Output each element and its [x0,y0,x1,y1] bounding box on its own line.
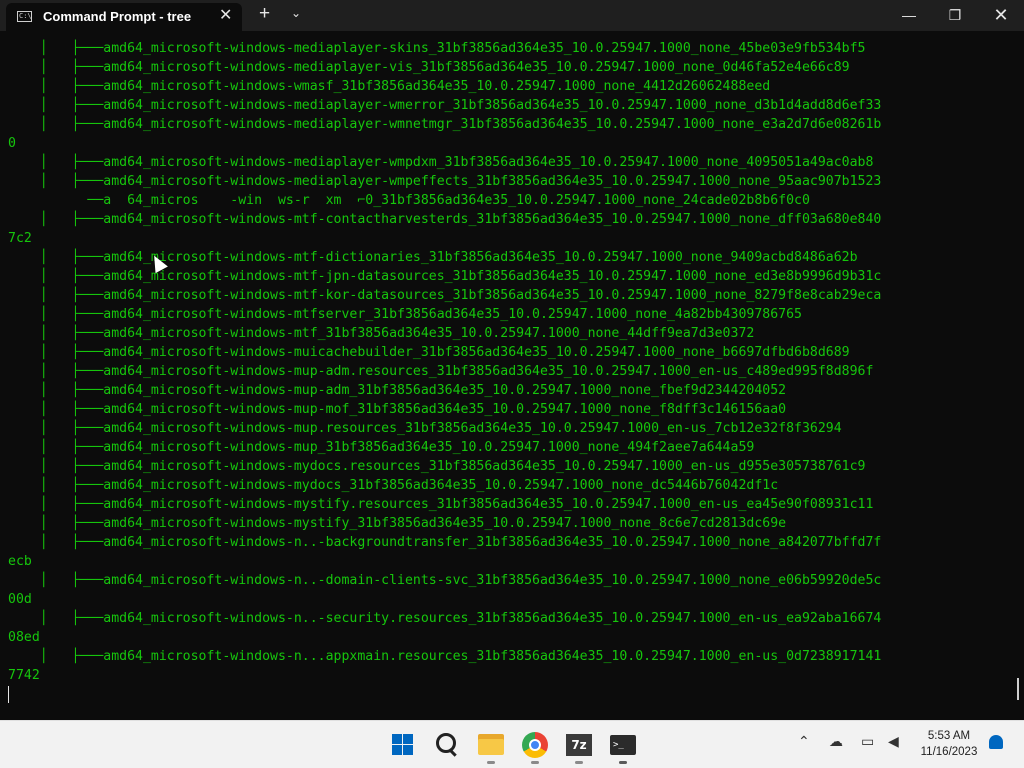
terminal-line: │ ├───amd64_microsoft-windows-n..-backgr… [8,535,882,550]
terminal-line: │ ├───amd64_microsoft-windows-mystify.re… [8,497,874,512]
terminal-line: │ ├───amd64_microsoft-windows-mediaplaye… [8,60,850,75]
onedrive-icon[interactable]: ☁ [829,733,843,750]
terminal-icon[interactable]: >_ [607,729,639,761]
terminal-line: │ ├───amd64_microsoft-windows-mtfserver_… [8,307,802,322]
terminal-line: │ ├───amd64_microsoft-windows-mup_31bf38… [8,440,755,455]
file-explorer-icon[interactable] [475,729,507,761]
terminal-line: 00d [8,592,32,607]
terminal-line: │ ├───amd64_microsoft-windows-n..-domain… [8,573,882,588]
chevron-down-icon[interactable]: ⌄ [291,6,301,20]
terminal-line: │ ├───amd64_microsoft-windows-mediaplaye… [8,98,882,113]
terminal-line: │ ├───amd64_microsoft-windows-mtf-dictio… [8,250,858,265]
terminal-line: ecb [8,554,32,569]
cmd-icon: C:\ [17,11,32,22]
terminal-line: │ ├───amd64_microsoft-windows-mediaplaye… [8,117,882,132]
clock-time: 5:53 AM [927,730,971,742]
terminal-line: │ ├───amd64_microsoft-windows-n...appxma… [8,649,882,664]
terminal-output[interactable]: │ ├───amd64_microsoft-windows-mediaplaye… [0,36,1016,718]
text-caret [8,686,9,703]
terminal-line: │ ├───amd64_microsoft-windows-muicachebu… [8,345,850,360]
title-bar: C:\ Command Prompt - tree ✕ + ⌄ — ❐ ✕ [0,0,1024,31]
terminal-line: │ ├───amd64_microsoft-windows-mtf-kor-da… [8,288,882,303]
search-icon[interactable] [432,729,464,761]
notification-bell-icon[interactable] [989,735,1003,749]
terminal-line: │ ├───amd64_microsoft-windows-mediaplaye… [8,155,874,170]
7zip-icon[interactable]: 7z [563,729,595,761]
terminal-line: ──a 64_micros -win ws-r xm ⌐0_31bf3856ad… [8,193,810,208]
terminal-line: │ ├───amd64_microsoft-windows-mystify_31… [8,516,787,531]
terminal-line: │ ├───amd64_microsoft-windows-mydocs_31b… [8,478,779,493]
windows-start-icon[interactable] [387,729,419,761]
terminal-line: 08ed [8,630,40,645]
terminal-line: │ ├───amd64_microsoft-windows-mup.resour… [8,421,842,436]
close-window-button[interactable]: ✕ [978,0,1024,31]
minimize-button[interactable]: — [886,0,932,31]
terminal-line: 7742 [8,668,40,683]
terminal-line: │ ├───amd64_microsoft-windows-wmasf_31bf… [8,79,771,94]
new-tab-button[interactable]: + [259,3,270,25]
tab-title: Command Prompt - tree [43,9,192,24]
terminal-line: 0 [8,136,16,151]
taskbar: 7z >_ ⌃ ☁ ▭ ◀ 5:53 AM 11/16/2023 [0,720,1024,768]
terminal-line: │ ├───amd64_microsoft-windows-mup-mof_31… [8,402,787,417]
chrome-icon[interactable] [519,729,551,761]
running-indicator [531,761,539,764]
terminal-line: │ ├───amd64_microsoft-windows-mtf_31bf38… [8,326,755,341]
restore-button[interactable]: ❐ [932,0,978,31]
tab-command-prompt[interactable]: C:\ Command Prompt - tree ✕ [6,3,242,31]
running-indicator [487,761,495,764]
scrollbar[interactable] [1017,678,1019,700]
terminal-line: │ ├───amd64_microsoft-windows-mup-adm_31… [8,383,787,398]
running-indicator [575,761,583,764]
terminal-line: │ ├───amd64_microsoft-windows-mydocs.res… [8,459,866,474]
terminal-line: │ ├───amd64_microsoft-windows-mediaplaye… [8,174,882,189]
running-indicator [619,761,627,764]
terminal-line: │ ├───amd64_microsoft-windows-n..-securi… [8,611,882,626]
network-icon[interactable]: ▭ [861,733,874,750]
terminal-line: │ ├───amd64_microsoft-windows-mediaplaye… [8,41,866,56]
volume-icon[interactable]: ◀ [888,733,899,750]
chevron-up-icon[interactable]: ⌃ [798,733,810,750]
terminal-line: │ ├───amd64_microsoft-windows-mtf-contac… [8,212,882,227]
terminal-line: │ ├───amd64_microsoft-windows-mup-adm.re… [8,364,874,379]
terminal-line: 7c2 [8,231,32,246]
close-tab-icon[interactable]: ✕ [219,5,232,25]
clock[interactable]: 5:53 AM 11/16/2023 [916,728,982,760]
terminal-line: │ ├───amd64_microsoft-windows-mtf-jpn-da… [8,269,882,284]
clock-date: 11/16/2023 [920,746,978,758]
